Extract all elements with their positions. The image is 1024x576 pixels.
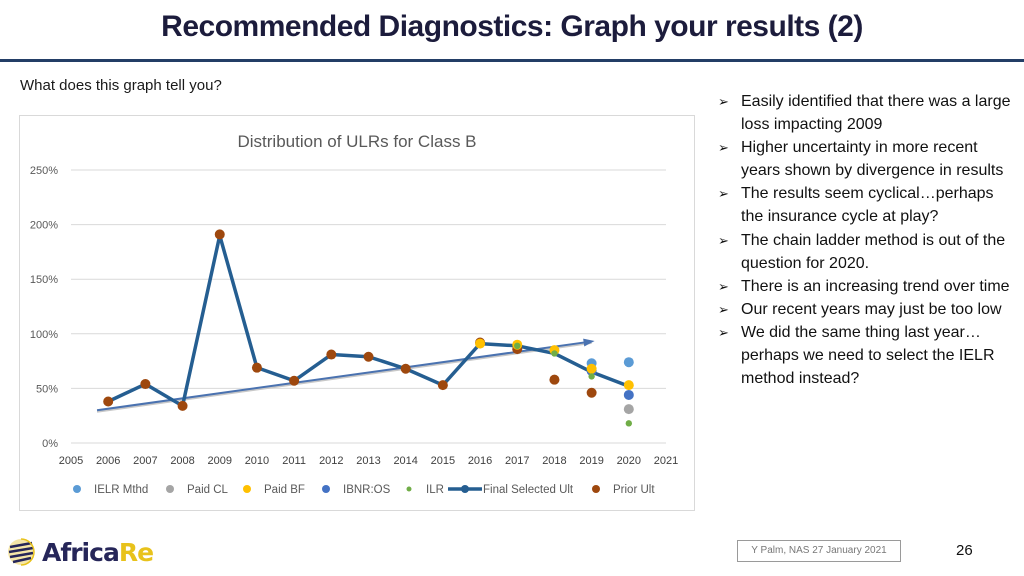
- question-text: What does this graph tell you?: [20, 77, 222, 94]
- prior-ult-point: [437, 380, 448, 391]
- y-tick-label: 50%: [36, 383, 58, 395]
- takeaway-item: ➢ There is an increasing trend over time: [718, 275, 1018, 298]
- takeaway-item: ➢ The chain ladder method is out of the q…: [718, 229, 1018, 275]
- takeaways-list: ➢ Easily identified that there was a larg…: [718, 90, 1018, 390]
- takeaway-item: ➢ Easily identified that there was a larg…: [718, 90, 1018, 136]
- africa-re-logo: AfricaRe: [6, 535, 154, 569]
- paid-cl-point: [623, 404, 634, 415]
- prior-ult-point: [586, 387, 597, 398]
- x-tick-label: 2020: [617, 455, 641, 467]
- ilr-point: [588, 373, 595, 380]
- takeaway-item: ➢ Higher uncertainty in more recent years…: [718, 136, 1018, 182]
- globe-stripes-icon: [8, 538, 35, 566]
- logo-re-text: Re: [118, 537, 154, 567]
- legend-label-final-selected-ult: Final Selected Ult: [483, 484, 574, 496]
- prior-ult-point: [289, 375, 300, 386]
- ilr-point: [514, 342, 521, 350]
- arrow-bullet-icon: ➢: [718, 232, 729, 248]
- slide-title: Recommended Diagnostics: Graph your resu…: [161, 10, 863, 43]
- x-tick-label: 2018: [542, 455, 566, 467]
- prior-ult-point: [103, 396, 114, 407]
- ilr-point: [625, 420, 633, 427]
- x-tick-label: 2011: [282, 455, 306, 467]
- y-tick-label: 0%: [42, 438, 58, 450]
- takeaway-item: ➢ Our recent years may just be too low: [718, 298, 1018, 321]
- legend-marker-icon: [461, 485, 469, 493]
- arrow-bullet-icon: ➢: [718, 278, 729, 294]
- takeaway-text: The results seem cyclical…perhaps the in…: [741, 185, 994, 226]
- x-tick-label: 2015: [431, 455, 455, 467]
- y-tick-label: 250%: [30, 165, 58, 177]
- x-tick-label: 2013: [356, 455, 380, 467]
- takeaway-text: We did the same thing last year…perhaps …: [741, 323, 995, 388]
- ielr-mthd-point: [623, 357, 634, 368]
- prior-ult-point: [140, 379, 151, 390]
- x-tick-label: 2014: [393, 455, 417, 467]
- logo-africa-text: Africa: [42, 537, 120, 567]
- legend-marker-icon: [243, 485, 251, 493]
- takeaway-text: Higher uncertainty in more recent years …: [741, 139, 1004, 180]
- legend-marker-icon: [592, 485, 600, 493]
- y-tick-label: 100%: [30, 329, 58, 341]
- paid-bf-point: [623, 380, 634, 391]
- x-tick-label: 2017: [505, 455, 529, 467]
- legend-label-prior-ult: Prior Ult: [613, 484, 655, 496]
- ulr-chart: Distribution of ULRs for Class B 0% 50% 10…: [30, 132, 678, 496]
- takeaway-item: ➢ We did the same thing last year…perhaps…: [718, 321, 1018, 390]
- ibnr-os-point: [623, 389, 634, 400]
- legend-marker-icon: [406, 486, 412, 492]
- legend-label-paid-bf: Paid BF: [264, 484, 305, 496]
- prior-ult-point: [177, 400, 188, 411]
- prior-ult-point: [363, 351, 374, 362]
- chart-title: Distribution of ULRs for Class B: [237, 132, 476, 151]
- takeaway-text: The chain ladder method is out of the qu…: [741, 231, 1006, 272]
- y-tick-label: 200%: [30, 220, 58, 232]
- arrow-bullet-icon: ➢: [718, 94, 729, 109]
- x-tick-label: 2019: [579, 455, 603, 467]
- legend-label-ielr-mthd: IELR Mthd: [94, 484, 148, 496]
- arrow-bullet-icon: ➢: [718, 301, 729, 317]
- x-tick-label: 2005: [59, 455, 83, 467]
- chart-container: Distribution of ULRs for Class B 0% 50% 10…: [19, 115, 695, 511]
- x-tick-label: 2009: [208, 455, 232, 467]
- title-divider: [0, 59, 1024, 62]
- prior-ult-point: [214, 229, 225, 240]
- x-tick-label: 2007: [133, 455, 157, 467]
- x-tick-label: 2016: [468, 455, 492, 467]
- x-tick-label: 2006: [96, 455, 120, 467]
- legend-label-paid-cl: Paid CL: [187, 484, 229, 496]
- paid-bf-point: [586, 363, 597, 374]
- paid-bf-point: [475, 338, 486, 349]
- arrow-bullet-icon: ➢: [718, 140, 729, 156]
- x-tick-label: 2008: [170, 455, 194, 467]
- legend-marker-icon: [322, 485, 330, 493]
- arrow-bullet-icon: ➢: [718, 186, 729, 202]
- takeaway-item: ➢ The results seem cyclical…perhaps the i…: [718, 182, 1018, 228]
- footer-author-date: Y Palm, NAS 27 January 2021: [737, 540, 901, 562]
- prior-ult-point: [251, 362, 262, 373]
- legend-marker-icon: [73, 485, 81, 493]
- x-tick-label: 2021: [654, 455, 678, 467]
- legend-label-ibnr-os: IBNR:OS: [343, 484, 391, 496]
- trend-arrowhead: [583, 338, 595, 347]
- x-tick-label: 2012: [319, 455, 343, 467]
- page-number: 26: [956, 542, 973, 559]
- takeaway-text: Our recent years may just be too low: [741, 300, 1002, 318]
- legend-marker-icon: [166, 485, 174, 493]
- arrow-bullet-icon: ➢: [718, 324, 729, 340]
- x-tick-label: 2010: [245, 455, 269, 467]
- prior-ult-point: [549, 374, 560, 385]
- prior-ult-point: [326, 349, 337, 360]
- takeaway-text: Easily identified that there was a large…: [741, 93, 1011, 134]
- legend-label-ilr: ILR: [426, 484, 444, 496]
- y-tick-label: 150%: [30, 274, 58, 286]
- takeaway-text: There is an increasing trend over time: [741, 277, 1010, 295]
- ilr-point: [551, 350, 558, 357]
- prior-ult-point: [400, 363, 411, 374]
